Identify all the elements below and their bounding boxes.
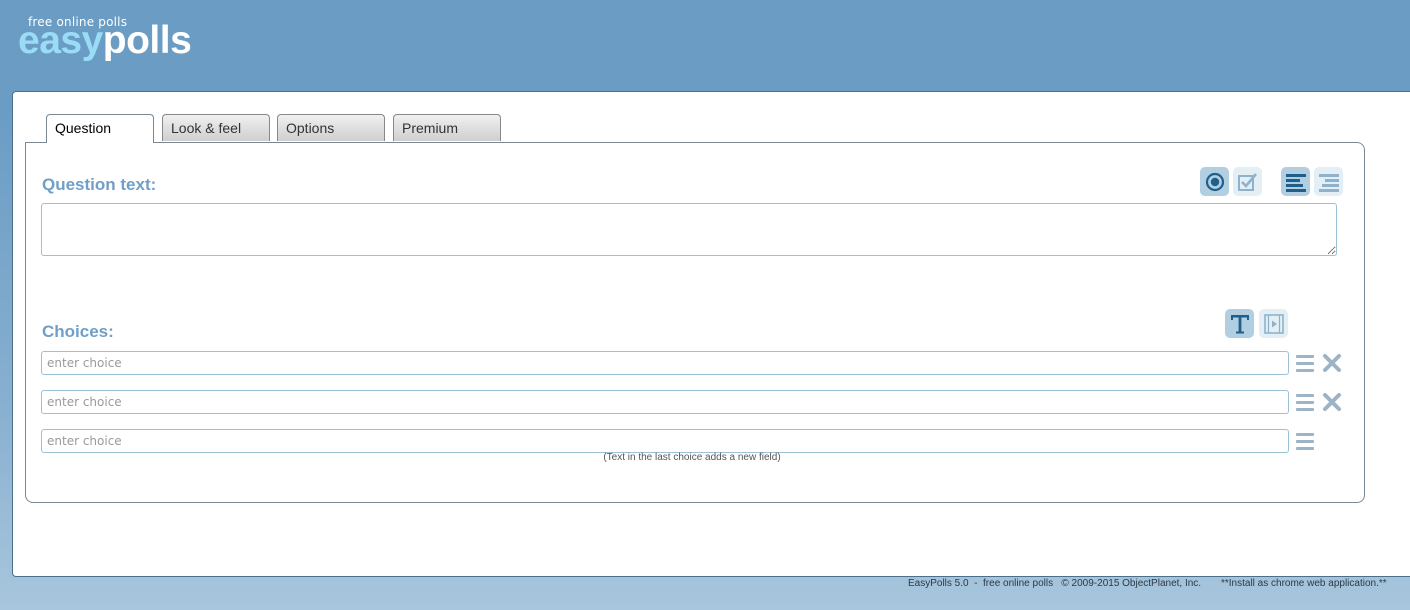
choice-input-1[interactable] bbox=[41, 351, 1289, 375]
align-right-button[interactable] bbox=[1314, 167, 1343, 196]
checkbox-multiple-choice-icon bbox=[1237, 172, 1257, 191]
footer-credits: EasyPolls 5.0 - free online polls © 2009… bbox=[908, 578, 1202, 589]
choice-2-drag-handle-icon[interactable] bbox=[1296, 392, 1314, 412]
align-left-icon bbox=[1285, 173, 1306, 192]
radio-single-choice-icon bbox=[1205, 172, 1224, 191]
logo-word-polls: polls bbox=[102, 19, 192, 62]
logo-word-easy: easy bbox=[18, 19, 103, 62]
tab-options[interactable]: Options bbox=[277, 114, 385, 141]
choice-1-remove-icon[interactable] bbox=[1322, 353, 1342, 373]
new-choice-hint: (Text in the last choice adds a new fiel… bbox=[603, 452, 781, 463]
choices-label: Choices: bbox=[42, 322, 114, 341]
choice-1-drag-handle-icon[interactable] bbox=[1296, 353, 1314, 373]
tab-premium[interactable]: Premium bbox=[393, 114, 501, 141]
logo-wordmark: easypolls bbox=[18, 18, 192, 64]
install-chrome-app-link[interactable]: **Install as chrome web application.** bbox=[1221, 578, 1387, 589]
choice-2-remove-icon[interactable] bbox=[1322, 392, 1342, 412]
tab-question[interactable]: Question bbox=[46, 114, 154, 143]
question-text-label: Question text: bbox=[42, 175, 157, 194]
question-text-input[interactable] bbox=[41, 203, 1337, 256]
choice-input-3[interactable] bbox=[41, 429, 1289, 453]
single-choice-button[interactable] bbox=[1200, 167, 1229, 196]
align-right-icon bbox=[1318, 173, 1339, 192]
media-choices-button[interactable] bbox=[1259, 309, 1288, 338]
choice-input-2[interactable] bbox=[41, 390, 1289, 414]
media-type-icon bbox=[1263, 313, 1284, 334]
text-type-icon bbox=[1230, 314, 1249, 333]
text-choices-button[interactable] bbox=[1225, 309, 1254, 338]
align-left-button[interactable] bbox=[1281, 167, 1310, 196]
multiple-choice-button[interactable] bbox=[1233, 167, 1262, 196]
choice-3-drag-handle-icon[interactable] bbox=[1296, 431, 1314, 451]
tab-look-and-feel[interactable]: Look & feel bbox=[162, 114, 270, 141]
app-logo: free online polls easypolls bbox=[18, 14, 218, 64]
